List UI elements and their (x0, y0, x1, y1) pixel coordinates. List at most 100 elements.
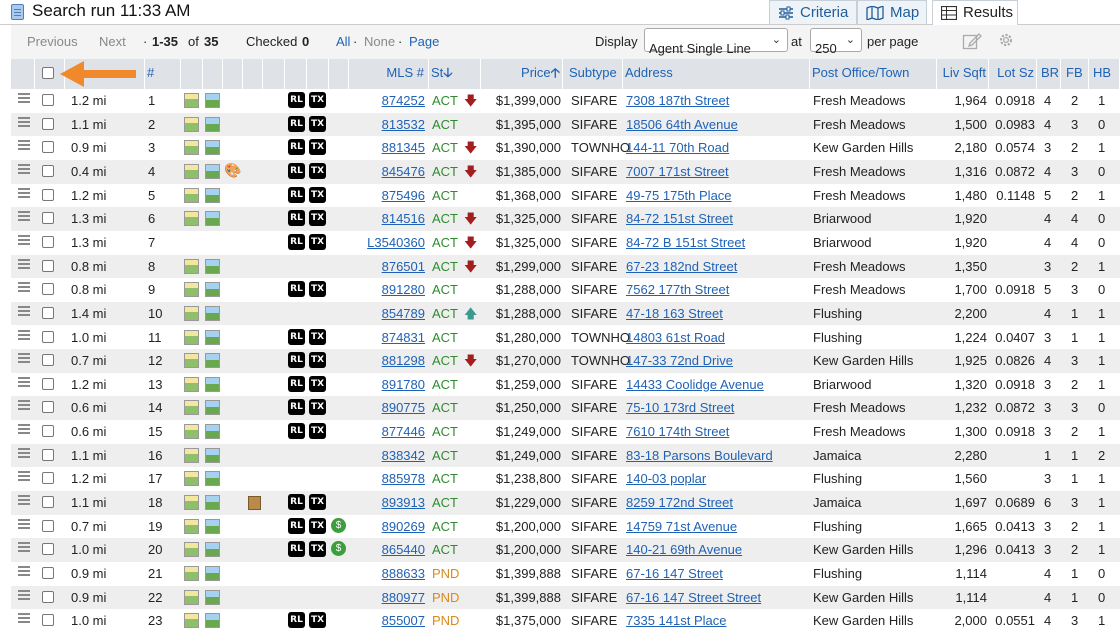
gallery-icon[interactable] (205, 258, 220, 274)
tx-badge[interactable]: TX (309, 352, 326, 369)
column-header-hb[interactable]: HB (1089, 59, 1120, 89)
gallery-icon[interactable] (205, 187, 220, 203)
tx-badge[interactable]: TX (309, 423, 326, 440)
tab-criteria[interactable]: Criteria (769, 0, 857, 24)
row-checkbox[interactable] (42, 401, 54, 414)
table-row[interactable]: 1.2 mi 13 RL TX 891780 ACT $1,259,000 SIFARE 144… (11, 372, 1120, 397)
drag-handle-icon[interactable] (16, 493, 32, 511)
table-row[interactable]: 1.1 mi 18 RL TX 893913 ACT $1,229,000 SIFARE 825… (11, 491, 1120, 515)
palette-icon[interactable]: 🎨 (224, 162, 241, 179)
drag-handle-icon[interactable] (16, 115, 32, 133)
mls-link[interactable]: 881345 (349, 136, 429, 160)
mls-link[interactable]: 875496 (349, 184, 429, 208)
select-all-checkbox[interactable] (42, 67, 54, 79)
rl-badge[interactable]: RL (288, 186, 305, 203)
drag-handle-icon[interactable] (16, 209, 32, 227)
table-row[interactable]: 1.0 mi 20 RL TX $865440 ACT $1,200,000 SIFARE 14… (11, 538, 1120, 562)
mls-link[interactable]: 814516 (349, 207, 429, 231)
drag-handle-icon[interactable] (16, 351, 32, 369)
gallery-icon[interactable] (205, 495, 220, 511)
tx-badge[interactable]: TX (309, 281, 326, 298)
mls-link[interactable]: L3540360 (349, 231, 429, 255)
address-link[interactable]: 7610 174th Street (626, 420, 729, 444)
tab-results[interactable]: Results (932, 0, 1018, 25)
photo-icon[interactable] (184, 424, 199, 440)
column-header-mls[interactable]: MLS # (349, 59, 429, 89)
row-checkbox[interactable] (42, 188, 54, 201)
mls-link[interactable]: 885978 (349, 467, 429, 491)
address-link[interactable]: 49-75 175th Place (626, 184, 732, 208)
row-checkbox[interactable] (42, 235, 54, 248)
tx-badge[interactable]: TX (309, 517, 326, 534)
rl-badge[interactable]: RL (288, 233, 305, 250)
tx-badge[interactable]: TX (309, 233, 326, 250)
table-row[interactable]: 1.3 mi 7 RL TX L3540360 ACT 🡇 $1,325,000 SIFARE 8… (11, 230, 1120, 255)
gallery-icon[interactable] (205, 400, 220, 416)
gallery-icon[interactable] (205, 116, 220, 132)
table-row[interactable]: 0.4 mi 4 🎨 RL TX 845476 ACT 🡇 $1,385,000 SIFARE 70… (11, 159, 1120, 184)
mls-link[interactable]: 890269 (349, 515, 429, 539)
drag-handle-icon[interactable] (16, 186, 32, 204)
row-checkbox[interactable] (42, 614, 54, 627)
gallery-icon[interactable] (205, 613, 220, 629)
gear-icon[interactable] (997, 31, 1015, 49)
table-row[interactable]: 1.1 mi 2 RL TX 813532 ACT $1,395,000 SIFARE 1850… (11, 112, 1120, 137)
row-checkbox[interactable] (42, 259, 54, 272)
per-page-select[interactable]: 250 ⌄ (810, 28, 862, 56)
drag-handle-icon[interactable] (16, 257, 32, 275)
drag-handle-icon[interactable] (16, 280, 32, 298)
rl-badge[interactable]: RL (288, 92, 305, 108)
tx-badge[interactable]: TX (309, 139, 326, 156)
drag-handle-icon[interactable] (16, 328, 32, 346)
select-all-link[interactable]: All (336, 34, 350, 49)
address-link[interactable]: 47-18 163 Street (626, 302, 723, 326)
tx-badge[interactable]: TX (309, 328, 326, 345)
row-checkbox[interactable] (42, 519, 54, 532)
mls-link[interactable]: 813532 (349, 113, 429, 137)
photo-icon[interactable] (184, 329, 199, 345)
gallery-icon[interactable] (205, 163, 220, 179)
address-link[interactable]: 144-11 70th Road (626, 136, 729, 160)
rl-badge[interactable]: RL (288, 375, 305, 392)
address-link[interactable]: 14759 71st Avenue (626, 515, 737, 539)
display-select[interactable]: Agent Single Line ⌄ (644, 28, 788, 56)
drag-handle-icon[interactable] (16, 422, 32, 440)
mls-link[interactable]: 891280 (349, 278, 429, 302)
gallery-icon[interactable] (205, 282, 220, 298)
address-link[interactable]: 14803 61st Road (626, 326, 725, 350)
row-checkbox[interactable] (42, 354, 54, 367)
drag-handle-icon[interactable] (16, 233, 32, 251)
drag-handle-icon[interactable] (16, 588, 32, 606)
table-row[interactable]: 1.2 mi 1 RL TX 874252 ACT 🡇 $1,399,000 SIFARE 730… (11, 89, 1120, 113)
gallery-icon[interactable] (205, 566, 220, 581)
column-header-post-office[interactable]: Post Office/Town (810, 59, 937, 89)
gallery-icon[interactable] (205, 447, 220, 463)
mls-link[interactable]: 876501 (349, 255, 429, 279)
photo-icon[interactable] (184, 187, 199, 203)
rl-badge[interactable]: RL (288, 281, 305, 298)
previous-button[interactable]: Previous (27, 34, 78, 49)
gallery-icon[interactable] (205, 471, 220, 487)
mls-link[interactable]: 890775 (349, 396, 429, 420)
table-row[interactable]: 1.4 mi 10 854789 ACT 🡅 $1,288,000 SIFARE 47-18 … (11, 301, 1120, 326)
drag-handle-icon[interactable] (16, 611, 32, 629)
tx-badge[interactable]: TX (309, 375, 326, 392)
photo-icon[interactable] (184, 116, 199, 132)
column-header-subtype[interactable]: Subtype (563, 59, 623, 89)
table-row[interactable]: 0.7 mi 12 RL TX 881298 ACT 🡇 $1,270,000 TOWNHO 14… (11, 349, 1120, 373)
photo-icon[interactable] (184, 258, 199, 274)
table-row[interactable]: 1.1 mi 16 838342 ACT $1,249,000 SIFARE 83-18 P… (11, 443, 1120, 468)
next-button[interactable]: Next (99, 34, 126, 49)
rl-badge[interactable]: RL (288, 494, 305, 511)
rl-badge[interactable]: RL (288, 423, 305, 440)
select-page-link[interactable]: Page (409, 34, 439, 49)
tx-badge[interactable]: TX (309, 210, 326, 227)
rl-badge[interactable]: RL (288, 139, 305, 156)
gallery-icon[interactable] (205, 93, 220, 108)
row-checkbox[interactable] (42, 141, 54, 154)
drag-handle-icon[interactable] (16, 162, 32, 180)
row-checkbox[interactable] (42, 496, 54, 509)
address-link[interactable]: 83-18 Parsons Boulevard (626, 444, 773, 468)
table-row[interactable]: 1.2 mi 17 885978 ACT $1,238,800 SIFARE 140-03 … (11, 467, 1120, 492)
table-row[interactable]: 0.9 mi 3 RL TX 881345 ACT 🡇 $1,390,000 TOWNHO 144… (11, 136, 1120, 160)
